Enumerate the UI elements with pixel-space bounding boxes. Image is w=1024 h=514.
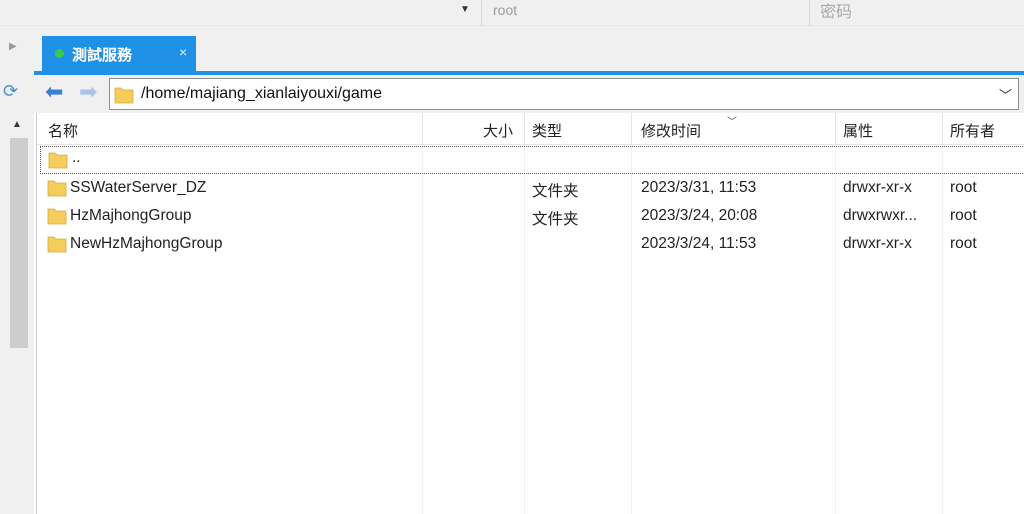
refresh-icon[interactable]: ⟳ <box>3 81 18 102</box>
column-header-attributes[interactable]: 属性 <box>843 120 873 141</box>
connection-bar: ▼ root <box>0 0 1024 26</box>
file-name: SSWaterServer_DZ <box>70 179 207 196</box>
file-modified: 2023/3/31, 11:53 <box>641 179 757 196</box>
file-modified: 2023/3/24, 20:08 <box>641 207 758 224</box>
file-list: 名称 大小 类型 ﹀ 修改时间 属性 所有者 .. SSWaterServer_… <box>36 113 1024 514</box>
forward-arrow-icon[interactable]: ➡ <box>79 79 97 105</box>
file-name: NewHzMajhongGroup <box>70 235 223 252</box>
column-header-name[interactable]: 名称 <box>48 120 78 141</box>
sort-indicator-icon: ﹀ <box>727 117 737 128</box>
panel-expand-icon[interactable]: ▶ <box>9 41 17 52</box>
file-owner: root <box>950 207 977 224</box>
username-field[interactable]: root <box>493 2 517 18</box>
folder-icon <box>48 150 68 170</box>
folder-icon <box>114 85 134 105</box>
column-header-type[interactable]: 类型 <box>532 120 562 141</box>
connection-status-icon <box>55 49 64 58</box>
column-header-modified[interactable]: 修改时间 <box>641 120 701 141</box>
scrollbar-thumb[interactable] <box>10 138 28 348</box>
tab-test-server[interactable]: 測試服務 × <box>42 36 196 72</box>
folder-icon <box>47 206 67 226</box>
table-row-parent[interactable]: .. <box>40 146 1024 174</box>
close-icon[interactable]: × <box>179 44 187 60</box>
column-divider <box>422 113 423 145</box>
tab-label: 測試服務 <box>72 46 133 64</box>
address-bar: ⬅ ➡ /home/majiang_xianlaiyouxi/game ﹀ <box>34 75 1024 113</box>
column-divider <box>524 113 525 145</box>
divider <box>809 0 810 26</box>
file-modified: 2023/3/24, 11:53 <box>641 235 757 252</box>
current-path: /home/majiang_xianlaiyouxi/game <box>141 85 383 102</box>
sftp-file-manager: ▼ root ▶ ⟳ ▲ 測試服務 × ⬅ ➡ /home/majiang_xi… <box>0 0 1024 514</box>
password-field[interactable] <box>820 0 1010 22</box>
file-attributes: drwxr-xr-x <box>843 235 912 252</box>
file-owner: root <box>950 235 977 252</box>
file-name: HzMajhongGroup <box>70 207 192 224</box>
column-header-owner[interactable]: 所有者 <box>950 120 995 141</box>
back-arrow-icon[interactable]: ⬅ <box>45 79 63 105</box>
path-input[interactable]: /home/majiang_xianlaiyouxi/game ﹀ <box>109 78 1019 110</box>
column-divider <box>942 113 943 145</box>
local-panel: ▶ ⟳ ▲ <box>0 26 34 514</box>
file-owner: root <box>950 179 977 196</box>
column-divider <box>835 113 836 145</box>
tab-bar: 測試服務 × <box>34 26 1024 72</box>
file-type: 文件夹 <box>532 211 579 228</box>
list-header: 名称 大小 类型 ﹀ 修改时间 属性 所有者 <box>37 113 1024 145</box>
table-row[interactable]: NewHzMajhongGroup 2023/3/24, 11:53 drwxr… <box>37 231 1024 259</box>
file-name: .. <box>72 149 81 166</box>
table-row[interactable]: SSWaterServer_DZ 文件夹 2023/3/31, 11:53 dr… <box>37 175 1024 203</box>
folder-icon <box>47 234 67 254</box>
folder-icon <box>47 178 67 198</box>
host-dropdown-arrow-icon[interactable]: ▼ <box>460 4 470 15</box>
table-row[interactable]: HzMajhongGroup 文件夹 2023/3/24, 20:08 drwx… <box>37 203 1024 231</box>
column-divider <box>631 113 632 145</box>
divider <box>481 0 482 26</box>
scroll-up-icon[interactable]: ▲ <box>12 119 22 130</box>
file-attributes: drwxr-xr-x <box>843 179 912 196</box>
column-header-size[interactable]: 大小 <box>483 120 513 141</box>
chevron-down-icon[interactable]: ﹀ <box>999 85 1012 104</box>
file-attributes: drwxrwxr... <box>843 207 918 224</box>
file-type: 文件夹 <box>532 183 579 200</box>
